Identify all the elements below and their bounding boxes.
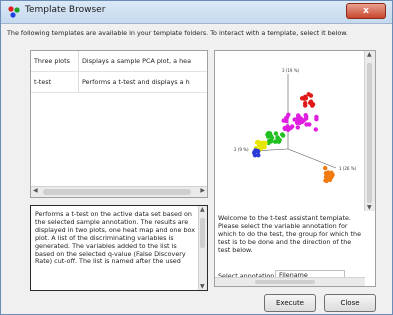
data-point — [274, 139, 279, 144]
app-icon — [8, 6, 20, 18]
data-point — [306, 92, 311, 97]
data-point — [273, 131, 279, 136]
vertical-scrollbar[interactable]: ▲ ▼ — [198, 206, 207, 290]
point-clusters — [252, 92, 335, 184]
horizontal-scrollbar[interactable]: ◀ ▶ — [31, 186, 207, 197]
data-point — [252, 153, 258, 158]
horizontal-scrollbar[interactable] — [215, 277, 365, 286]
data-point — [313, 127, 318, 132]
scroll-right-icon[interactable]: ▶ — [200, 187, 205, 194]
data-point — [295, 125, 300, 130]
scroll-thumb[interactable] — [43, 189, 191, 195]
data-point — [329, 174, 334, 180]
data-point — [296, 118, 301, 124]
data-point — [296, 113, 301, 118]
scroll-down-icon[interactable]: ▼ — [367, 204, 372, 211]
data-point — [314, 117, 319, 122]
list-item[interactable]: t-test Performs a t-test and displays a … — [31, 72, 207, 93]
data-point — [281, 118, 286, 123]
data-point — [304, 122, 309, 127]
template-preview-panel: 3 (19 %) 1 (26 %) 2 (9 %) ▲ ▼ Welcome to… — [214, 50, 376, 287]
title-bar: Template Browser x — [1, 1, 392, 24]
data-point — [268, 133, 274, 139]
template-list: Three plots Displays a sample PCA plot, … — [30, 50, 208, 198]
axis-label-left: 2 (9 %) — [234, 147, 249, 152]
vertical-scrollbar[interactable]: ▲ ▼ — [364, 51, 375, 211]
axis-label-top: 3 (19 %) — [282, 68, 300, 73]
window-title: Template Browser — [25, 5, 106, 15]
close-button[interactable]: Close — [324, 294, 376, 312]
scroll-left-icon[interactable]: ◀ — [33, 187, 38, 194]
data-point — [323, 165, 328, 171]
template-description: Performs a t-test and displays a h — [82, 78, 190, 86]
instruction-text: The following templates are available in… — [7, 29, 348, 37]
scroll-down-icon[interactable]: ▼ — [200, 283, 205, 290]
data-point — [299, 96, 305, 101]
template-description: Displays a sample PCA plot, a hea — [82, 57, 192, 65]
axis-line — [287, 148, 337, 169]
scroll-up-icon[interactable]: ▲ — [200, 206, 205, 213]
data-point — [282, 126, 288, 131]
execute-button[interactable]: Execute — [264, 294, 316, 312]
welcome-text: Welcome to the t-test assistant template… — [218, 214, 362, 254]
pca-3d-plot: 3 (19 %) 1 (26 %) 2 (9 %) — [234, 68, 357, 184]
data-point — [301, 118, 306, 123]
scroll-thumb[interactable] — [200, 218, 205, 248]
template-name: t-test — [34, 78, 52, 86]
data-point — [262, 144, 267, 150]
template-name: Three plots — [34, 57, 70, 65]
description-text: Performs a t-test on the active data set… — [35, 210, 195, 266]
data-point — [288, 125, 293, 131]
scroll-up-icon[interactable]: ▲ — [367, 51, 372, 58]
scroll-thumb[interactable] — [367, 63, 372, 203]
data-point — [256, 149, 261, 154]
close-window-button[interactable]: x — [346, 3, 386, 19]
data-point — [308, 100, 313, 105]
data-point — [284, 115, 290, 120]
list-item[interactable]: Three plots Displays a sample PCA plot, … — [31, 51, 207, 72]
scroll-thumb[interactable] — [255, 280, 315, 284]
data-point — [254, 140, 260, 145]
axis-label-right: 1 (26 %) — [339, 166, 357, 171]
data-point — [323, 171, 329, 176]
template-browser-window: Template Browser x The following templat… — [0, 0, 393, 315]
data-point — [303, 103, 308, 108]
data-point — [280, 132, 285, 137]
template-description-panel: Performs a t-test on the active data set… — [30, 205, 208, 291]
